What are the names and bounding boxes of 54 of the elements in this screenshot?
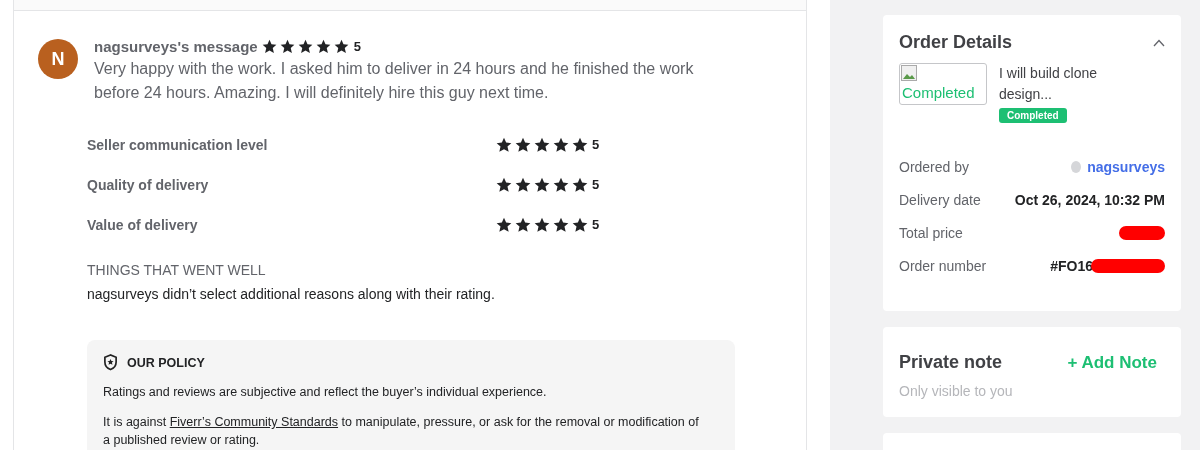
star-icon [261, 39, 277, 54]
rating-score: 5 [592, 137, 600, 152]
star-icon [515, 176, 531, 193]
rating-score: 5 [592, 177, 600, 192]
redaction-mark [1119, 226, 1165, 240]
star-icon [297, 39, 313, 54]
policy-text: It is against Fiverr’s Community Standards to manipulate, pressure, or ask for the removal or modification of a published review or rating. [103, 414, 700, 449]
star-icon [553, 176, 569, 193]
gig-title[interactable]: I will build clone design... [999, 63, 1109, 105]
star-icon [279, 39, 295, 54]
username-link[interactable]: nagsurveys [1087, 159, 1165, 175]
status-badge: Completed [999, 108, 1067, 123]
section-text: nagsurveys didn’t select additional reasons along with their rating. [87, 286, 496, 302]
rating-label: Quality of delivery [87, 176, 209, 193]
field-value: Oct 26, 2024, 10:32 PM [1014, 192, 1165, 208]
star-icon [496, 136, 512, 153]
star-icon [572, 176, 588, 193]
star-icon [553, 136, 569, 153]
star-icon [333, 39, 349, 54]
rating-score: 5 [592, 217, 600, 232]
rating-label: Seller communication level [87, 136, 268, 153]
field-label: Delivery date [899, 192, 981, 208]
user-avatar-icon [1071, 161, 1082, 173]
star-icon [515, 136, 531, 153]
star-icon [572, 136, 588, 153]
card-title: Order Details [899, 32, 1013, 53]
field-value: #FO16 [1050, 258, 1093, 274]
broken-image-icon [901, 65, 917, 81]
star-icon [496, 216, 512, 233]
community-standards-link[interactable]: Fiverr’s Community Standards [169, 415, 339, 429]
image-alt-text: Completed [901, 84, 976, 103]
shield-star-icon [103, 354, 118, 371]
star-icon [496, 176, 512, 193]
rating-label: Value of delivery [87, 216, 198, 233]
policy-text: Ratings and reviews are subjective and reflect the buyer’s individual experience. [103, 384, 548, 401]
card-hint: Only visible to you [899, 383, 1014, 399]
field-label: Ordered by [899, 159, 970, 175]
star-icon [534, 216, 550, 233]
star-icon [315, 39, 331, 54]
review-text: Very happy with the work. I asked him to deliver in 24 hours and he finished the work before 24 hours. Amazing. I will definitely hire this guy next time. [94, 59, 695, 103]
star-icon [553, 216, 569, 233]
rating-score: 5 [353, 39, 361, 54]
avatar: N [38, 39, 78, 79]
section-heading: THINGS THAT WENT WELL [87, 262, 267, 278]
policy-heading: OUR POLICY [127, 355, 205, 370]
card-title: Private note [899, 352, 1003, 373]
field-label: Order number [899, 258, 987, 274]
star-icon [534, 136, 550, 153]
chevron-up-icon[interactable] [1153, 38, 1165, 47]
star-icon [572, 216, 588, 233]
star-icon [515, 216, 531, 233]
author-name: nagsurveys's message [94, 38, 258, 55]
star-icon [534, 176, 550, 193]
field-label: Total price [899, 225, 963, 241]
